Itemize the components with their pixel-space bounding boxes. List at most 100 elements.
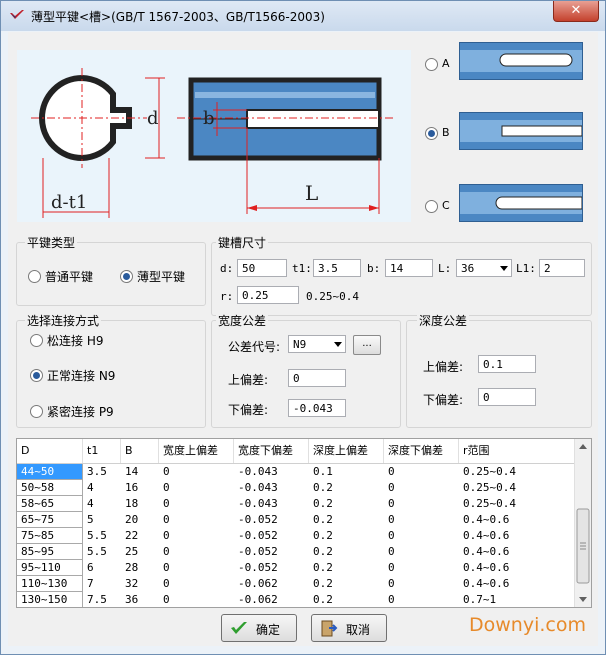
connection-tight-radio[interactable] (30, 405, 43, 418)
header-cell[interactable]: 宽度上偏差 (159, 439, 234, 463)
header-cell[interactable]: 深度上偏差 (309, 439, 384, 463)
table-cell: 0 (163, 529, 170, 542)
header-cell[interactable]: 宽度下偏差 (234, 439, 309, 463)
table-cell: 0.25~0.4 (463, 497, 516, 510)
table-cell: 0 (163, 497, 170, 510)
L1-input[interactable]: 2 (539, 259, 585, 277)
d-t1-dimension-label: d-t1 (51, 192, 87, 213)
connection-group: 选择连接方式 松连接 H9 正常连接 N9 紧密连接 P9 (16, 312, 206, 428)
table-cell: 0.4~0.6 (463, 545, 510, 558)
d-label: d: (220, 262, 234, 275)
table-cell: 130~150 (17, 592, 83, 607)
connection-normal-label: 正常连接 N9 (47, 369, 116, 383)
vertical-scrollbar[interactable] (574, 439, 591, 607)
option-a-thumbnail[interactable] (459, 42, 583, 80)
table-cell: -0.043 (238, 481, 278, 494)
table-row[interactable]: 75~85 5.5 22 0 -0.052 0.2 0 0.4~0.6 (17, 528, 577, 544)
depth-upper-input[interactable]: 0.1 (478, 355, 536, 373)
connection-loose-radio[interactable] (30, 334, 43, 347)
key-type-group: 平键类型 普通平键 薄型平键 (16, 234, 206, 306)
tolerance-code-select[interactable]: N9 (288, 335, 346, 353)
r-range-text: 0.25~0.4 (306, 290, 359, 303)
table-cell: 5.5 (87, 529, 107, 542)
table-cell: -0.052 (238, 529, 278, 542)
table-cell: 36 (125, 593, 139, 606)
table-cell: 20 (125, 513, 139, 526)
table-cell: 0 (388, 545, 395, 558)
header-cell[interactable]: 深度下偏差 (384, 439, 459, 463)
depth-tolerance-title: 深度公差 (417, 312, 470, 329)
d-input[interactable]: 50 (237, 259, 287, 277)
option-b-radio[interactable] (425, 127, 438, 140)
table-cell: 0 (163, 545, 170, 558)
table-cell: 50~58 (17, 480, 83, 496)
d-dimension-label: d (147, 108, 159, 129)
title-bar[interactable]: 薄型平键<槽>(GB/T 1567-2003、GB/T1566-2003) ✕ (1, 1, 605, 31)
t1-input[interactable]: 3.5 (313, 259, 361, 277)
table-cell: 0.4~0.6 (463, 577, 510, 590)
table-cell: 0.2 (313, 513, 333, 526)
width-tolerance-group: 宽度公差 公差代号: N9 ... 上偏差: 0 下偏差: -0.043 (211, 312, 401, 428)
table-cell: 0.2 (313, 529, 333, 542)
header-cell[interactable]: B (121, 439, 159, 463)
r-input[interactable]: 0.25 (237, 286, 299, 304)
key-size-table[interactable]: D t1 B 宽度上偏差 宽度下偏差 深度上偏差 深度下偏差 r范围 44~50… (16, 438, 592, 608)
table-cell: 0 (163, 481, 170, 494)
table-cell: 22 (125, 529, 139, 542)
watermark-logo: Downyi.com (469, 614, 586, 636)
table-row[interactable]: 95~110 6 28 0 -0.052 0.2 0 0.4~0.6 (17, 560, 577, 576)
table-row[interactable]: 85~95 5.5 25 0 -0.052 0.2 0 0.4~0.6 (17, 544, 577, 560)
table-cell: -0.062 (238, 577, 278, 590)
table-cell: 0 (388, 497, 395, 510)
table-cell: 25 (125, 545, 139, 558)
width-lower-label: 下偏差: (228, 403, 269, 417)
key-type-thin-radio[interactable] (120, 270, 133, 283)
ok-button[interactable]: 确定 (221, 614, 297, 642)
b-dimension-label: b (203, 108, 215, 129)
table-cell: 4 (87, 481, 94, 494)
width-upper-label: 上偏差: (228, 373, 269, 387)
dialog-window: 薄型平键<槽>(GB/T 1567-2003、GB/T1566-2003) ✕ … (0, 0, 606, 655)
table-row[interactable]: 50~58 4 16 0 -0.043 0.2 0 0.25~0.4 (17, 480, 577, 496)
width-upper-input[interactable]: 0 (288, 369, 346, 387)
width-lower-input[interactable]: -0.043 (288, 399, 346, 417)
table-cell: 0 (163, 593, 170, 606)
b-input[interactable]: 14 (385, 259, 433, 277)
table-row[interactable]: 58~65 4 18 0 -0.043 0.2 0 0.25~0.4 (17, 496, 577, 512)
depth-lower-input[interactable]: 0 (478, 388, 536, 406)
header-cell[interactable]: t1 (83, 439, 121, 463)
connection-loose-label: 松连接 H9 (47, 334, 104, 348)
cancel-button[interactable]: 取消 (311, 614, 387, 642)
close-button[interactable]: ✕ (553, 1, 599, 22)
L-select[interactable]: 36 (456, 259, 512, 277)
L-select-value: 36 (461, 262, 475, 275)
option-c-thumbnail[interactable] (459, 184, 583, 222)
table-cell: 0 (163, 513, 170, 526)
option-c-label: C (442, 199, 450, 212)
key-type-title: 平键类型 (25, 234, 78, 251)
table-cell: 75~85 (17, 528, 83, 544)
option-a-radio[interactable] (425, 58, 438, 71)
header-cell[interactable]: D (17, 439, 83, 463)
tolerance-browse-button[interactable]: ... (353, 335, 381, 355)
table-row[interactable]: 65~75 5 20 0 -0.052 0.2 0 0.4~0.6 (17, 512, 577, 528)
dialog-body: d d-t1 b L A B C 平键类型 普通平键 薄型平键 键槽尺寸 d: … (8, 32, 598, 646)
key-type-normal-radio[interactable] (28, 270, 41, 283)
table-cell: -0.062 (238, 593, 278, 606)
header-cell[interactable]: r范围 (459, 439, 577, 463)
ok-button-label: 确定 (256, 623, 281, 637)
connection-tight-label: 紧密连接 P9 (47, 405, 114, 419)
table-cell: 95~110 (17, 560, 83, 576)
connection-title: 选择连接方式 (25, 312, 102, 329)
table-cell: 0 (388, 465, 395, 478)
table-row[interactable]: 44~50 3.5 14 0 -0.043 0.1 0 0.25~0.4 (17, 464, 577, 480)
option-c-radio[interactable] (425, 200, 438, 213)
table-cell: -0.052 (238, 513, 278, 526)
table-row[interactable]: 130~150 7.5 36 0 -0.062 0.2 0 0.7~1 (17, 592, 577, 607)
tolerance-code-label: 公差代号: (228, 340, 281, 354)
table-cell: 0.2 (313, 561, 333, 574)
table-row[interactable]: 110~130 7 32 0 -0.062 0.2 0 0.4~0.6 (17, 576, 577, 592)
option-b-thumbnail[interactable] (459, 112, 583, 150)
L-dimension-label: L (305, 181, 318, 205)
connection-normal-radio[interactable] (30, 369, 43, 382)
